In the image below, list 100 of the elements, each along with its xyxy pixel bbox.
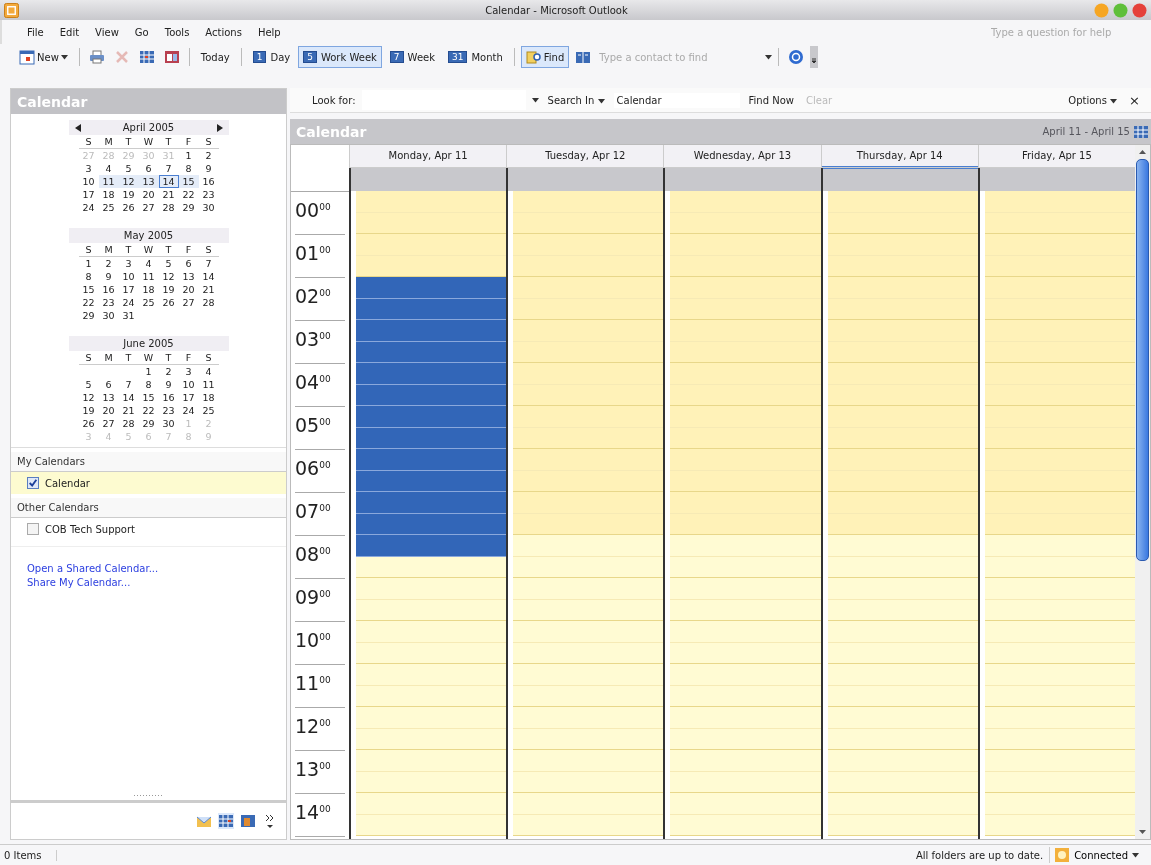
calendar-day[interactable]: 15 bbox=[78, 283, 99, 296]
calendar-day[interactable]: 27 bbox=[178, 296, 199, 309]
day-column[interactable] bbox=[349, 191, 507, 839]
calendar-day[interactable]: 7 bbox=[198, 257, 219, 270]
calendar-day[interactable]: 30 bbox=[98, 309, 119, 322]
calendar-icon[interactable] bbox=[1133, 123, 1149, 140]
calendar-day[interactable]: 5 bbox=[158, 257, 179, 270]
calendar-list-item[interactable]: Calendar bbox=[11, 472, 286, 494]
calendar-day[interactable]: 20 bbox=[98, 404, 119, 417]
view-button[interactable]: 5 Work Week bbox=[298, 46, 382, 68]
calendar-day[interactable]: 20 bbox=[138, 188, 159, 201]
calendar-day[interactable]: 22 bbox=[138, 404, 159, 417]
calendar-day[interactable]: 9 bbox=[198, 162, 219, 175]
calendar-day[interactable]: 28 bbox=[158, 201, 179, 214]
calendar-day[interactable]: 6 bbox=[178, 257, 199, 270]
calendar-day[interactable]: 4 bbox=[98, 162, 119, 175]
calendar-day[interactable]: 29 bbox=[78, 309, 99, 322]
calendar-list-item[interactable]: COB Tech Support bbox=[11, 518, 286, 540]
group-header[interactable]: My Calendars bbox=[11, 452, 286, 472]
address-book-icon[interactable] bbox=[575, 49, 592, 65]
calendar-day[interactable]: 25 bbox=[98, 201, 119, 214]
calendar-day[interactable]: 22 bbox=[178, 188, 199, 201]
menu-item[interactable]: Help bbox=[252, 24, 286, 40]
calendar-day[interactable]: 11 bbox=[138, 270, 159, 283]
search-scope-field[interactable]: Calendar bbox=[613, 92, 740, 108]
menu-item[interactable]: Edit bbox=[54, 24, 85, 40]
view-button[interactable]: 31 Month bbox=[443, 46, 508, 68]
calendar-day[interactable]: 17 bbox=[118, 283, 139, 296]
calendar-day[interactable]: 22 bbox=[78, 296, 99, 309]
checkbox[interactable] bbox=[27, 477, 39, 489]
calendar-day[interactable]: 7 bbox=[158, 162, 179, 175]
calendar-day[interactable]: 21 bbox=[198, 283, 219, 296]
calendar-day[interactable]: 20 bbox=[178, 283, 199, 296]
calendar-day[interactable]: 5 bbox=[78, 378, 99, 391]
new-button[interactable]: New bbox=[14, 46, 73, 68]
caret-icon[interactable] bbox=[1132, 852, 1139, 858]
caret-icon[interactable] bbox=[597, 98, 605, 104]
calendar-day[interactable]: 1 bbox=[138, 365, 159, 378]
calendar-day[interactable]: 6 bbox=[138, 162, 159, 175]
options-button[interactable]: Options bbox=[1065, 93, 1121, 107]
calendar-day[interactable]: 21 bbox=[158, 188, 179, 201]
calendar-day[interactable]: 12 bbox=[78, 391, 99, 404]
calendar-day[interactable]: 26 bbox=[158, 296, 179, 309]
calendar-day[interactable]: 19 bbox=[158, 283, 179, 296]
menu-item[interactable]: View bbox=[90, 24, 124, 40]
help-icon[interactable] bbox=[788, 49, 805, 65]
calendar-day[interactable]: 21 bbox=[118, 404, 139, 417]
calendar-day[interactable]: 7 bbox=[118, 378, 139, 391]
calendar-day[interactable]: 31 bbox=[118, 309, 139, 322]
toolbar-options-icon[interactable] bbox=[810, 46, 819, 68]
calendar-day[interactable]: 15 bbox=[138, 391, 159, 404]
menu-item[interactable]: Actions bbox=[200, 24, 247, 40]
calendar-day[interactable]: 10 bbox=[118, 270, 139, 283]
day-header[interactable]: Tuesday, Apr 12 bbox=[506, 145, 664, 168]
printer-icon[interactable] bbox=[88, 49, 105, 65]
caret-icon[interactable] bbox=[1110, 98, 1118, 104]
calendar-day[interactable]: 10 bbox=[78, 175, 99, 188]
calendar-day[interactable]: 9 bbox=[158, 378, 179, 391]
calendar-day[interactable]: 27 bbox=[98, 417, 119, 430]
menu-item[interactable]: Tools bbox=[159, 24, 195, 40]
calendar-day[interactable]: 8 bbox=[138, 378, 159, 391]
calendar-day[interactable]: 23 bbox=[98, 296, 119, 309]
menu-item[interactable]: Go bbox=[129, 24, 154, 40]
calendar-day[interactable]: 2 bbox=[158, 365, 179, 378]
calendar-day[interactable]: 18 bbox=[198, 391, 219, 404]
caret-icon[interactable] bbox=[765, 54, 773, 60]
calendar-day[interactable]: 2 bbox=[98, 257, 119, 270]
day-header[interactable]: Thursday, Apr 14 bbox=[820, 145, 978, 168]
calendar-day[interactable]: 17 bbox=[78, 188, 99, 201]
calendar-day[interactable]: 16 bbox=[98, 283, 119, 296]
calendar-day[interactable]: 8 bbox=[178, 162, 199, 175]
checkbox[interactable] bbox=[27, 523, 39, 535]
day-header[interactable]: Friday, Apr 15 bbox=[977, 145, 1135, 168]
contact-search-field[interactable]: Type a contact to find bbox=[597, 50, 773, 64]
calendar-day[interactable]: 16 bbox=[158, 391, 179, 404]
day-header[interactable]: Monday, Apr 11 bbox=[349, 145, 507, 168]
calendar-day[interactable]: 29 bbox=[178, 201, 199, 214]
calendar-day[interactable]: 30 bbox=[198, 201, 219, 214]
calendar-day[interactable]: 3 bbox=[78, 162, 99, 175]
contacts-icon[interactable] bbox=[240, 813, 256, 829]
calendar-icon[interactable] bbox=[163, 49, 180, 65]
calendar-day[interactable]: 12 bbox=[158, 270, 179, 283]
menu-item[interactable]: File bbox=[22, 24, 49, 40]
calendar-day[interactable]: 11 bbox=[198, 378, 219, 391]
help-search-field[interactable]: Type a question for help bbox=[989, 25, 1143, 39]
splitter-grip-icon[interactable] bbox=[133, 794, 164, 797]
caret-icon[interactable] bbox=[531, 97, 539, 103]
find-button[interactable]: Find bbox=[520, 46, 570, 68]
calendar-day[interactable]: 1 bbox=[78, 257, 99, 270]
calendar-day[interactable]: 18 bbox=[98, 188, 119, 201]
calendar-day[interactable]: 10 bbox=[178, 378, 199, 391]
calendar-day[interactable]: 23 bbox=[198, 188, 219, 201]
view-button[interactable]: 7 Week bbox=[384, 46, 440, 68]
grid-icon[interactable] bbox=[138, 49, 155, 65]
calendar-day[interactable]: 3 bbox=[118, 257, 139, 270]
close-button[interactable] bbox=[1132, 2, 1147, 18]
calendar-day[interactable]: 13 bbox=[98, 391, 119, 404]
calendar-day[interactable]: 6 bbox=[98, 378, 119, 391]
calendar-day[interactable]: 29 bbox=[138, 417, 159, 430]
calendar-day[interactable]: 4 bbox=[138, 257, 159, 270]
